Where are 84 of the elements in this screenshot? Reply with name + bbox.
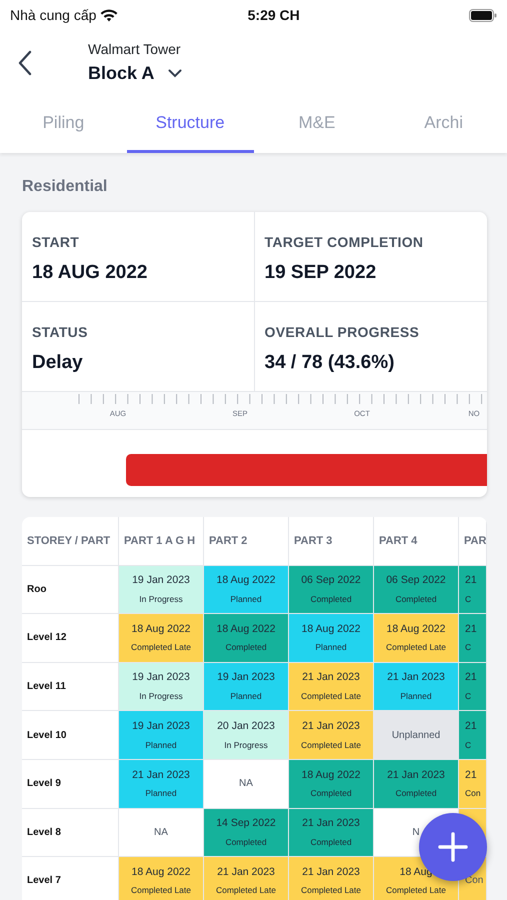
column-header: STOREY / PART [22, 517, 119, 566]
cell-status: In Progress [139, 690, 183, 703]
cell-status: C [465, 690, 472, 703]
cell-date: 21 [465, 718, 477, 734]
cell-date: 14 Sep 2022 [216, 816, 276, 832]
cell-status: N [412, 826, 420, 840]
cell-status: NA [154, 826, 168, 840]
cell-date: 20 Jan 2023 [217, 718, 275, 734]
cell-date: 21 [465, 670, 477, 686]
clock-time: 5:29 CH [248, 6, 301, 24]
cell-status: C [465, 641, 472, 654]
cell-status: Completed Late [130, 641, 191, 654]
cell-date: 18 Aug 2022 [302, 768, 360, 783]
carrier-name: Nhà cung cấp [10, 6, 96, 25]
cell-status: C [465, 738, 472, 752]
block-name[interactable]: Block A [88, 60, 154, 86]
summary-label: STATUS [32, 323, 89, 342]
cell-status: In Progress [224, 738, 268, 752]
cell-status: Completed [310, 787, 352, 800]
cell-status: Completed [310, 592, 352, 606]
cell-status: Completed Late [300, 884, 361, 898]
cell-date: 21 Jan 2023 [302, 864, 360, 880]
cell-date: 18 Aug 2022 [216, 622, 276, 637]
cell-date: 18 Aug 2022 [216, 573, 276, 588]
cell-status: Completed Late [300, 738, 361, 752]
cell-status: Planned [145, 787, 177, 800]
cell-date: 21 Jan 2023 [132, 768, 190, 783]
tab[interactable]: Archi [380, 95, 507, 153]
cell-status: Unplanned [392, 728, 440, 743]
cell-status: Planned [230, 690, 262, 703]
cell-date: 18 Aug 2022 [132, 622, 190, 637]
summary-label: START [32, 233, 80, 252]
project-name: Walmart Tower [88, 40, 182, 58]
cell-status: Con [465, 787, 481, 800]
cell-status: Planned [315, 641, 347, 654]
tab[interactable]: Piling [0, 95, 127, 153]
cell-date: 21 [465, 768, 477, 783]
cell-status: Planned [145, 738, 177, 752]
cell-date: 21 Jan 2023 [387, 768, 445, 783]
section-title: Residential [21, 177, 108, 197]
cell-status: C [465, 592, 472, 606]
cell-date: 21 Jan 2023 [302, 816, 360, 832]
cell-status: Planned [400, 690, 432, 703]
summary-value: 18 AUG 2022 [32, 261, 148, 285]
cell-date: 19 Jan 2023 [132, 670, 190, 686]
cell-date: 21 Jan 2023 [387, 670, 445, 686]
cell-date: 18 Aug 2022 [132, 864, 190, 880]
cell-status: Completed Late [386, 884, 446, 898]
cell-status: Completed [225, 641, 267, 654]
cell-date: 21 [465, 573, 477, 588]
plus-icon [438, 832, 468, 862]
cell-date: 19 Jan 2023 [132, 718, 190, 734]
cell-date: 18 Aug 2022 [302, 622, 360, 637]
wifi-icon [100, 8, 118, 22]
cell-status: NA [239, 777, 253, 792]
summary-value: 34 / 78 (43.6%) [264, 351, 396, 375]
cell-status: Completed [225, 836, 267, 849]
cell-status: Completed [310, 836, 352, 849]
summary-value: 19 SEP 2022 [264, 261, 378, 285]
summary-label: TARGET COMPLETION [264, 233, 424, 252]
cell-date: 21 Jan 2023 [302, 670, 360, 686]
cell-status: Planned [230, 592, 262, 606]
tab[interactable]: Structure [126, 95, 254, 153]
battery-icon [468, 8, 497, 22]
cell-status: In Progress [139, 592, 183, 606]
tab[interactable]: M&E [254, 95, 380, 153]
chevron-down-icon[interactable] [168, 68, 182, 78]
cell-date: 21 Jan 2023 [217, 864, 275, 880]
cell-date: 19 Jan 2023 [132, 573, 190, 588]
summary-label: OVERALL PROGRESS [264, 323, 420, 342]
cell-date: 21 [465, 622, 477, 637]
summary-value: Delay [32, 351, 84, 375]
cell-status: Completed Late [216, 884, 276, 898]
cell-status: Completed Late [386, 641, 446, 654]
cell-status: Completed Late [300, 690, 361, 703]
cell-date: 06 Sep 2022 [301, 573, 361, 588]
cell-date: 18 Aug 2022 [386, 622, 446, 637]
cell-date: 21 Jan 2023 [302, 718, 360, 734]
cell-status: Completed [395, 592, 437, 606]
cell-status: Completed Late [130, 884, 191, 898]
back-icon[interactable] [18, 50, 32, 76]
cell-date: 19 Jan 2023 [217, 670, 275, 686]
cell-date: 06 Sep 2022 [386, 573, 446, 588]
cell-status: Completed [395, 787, 437, 800]
